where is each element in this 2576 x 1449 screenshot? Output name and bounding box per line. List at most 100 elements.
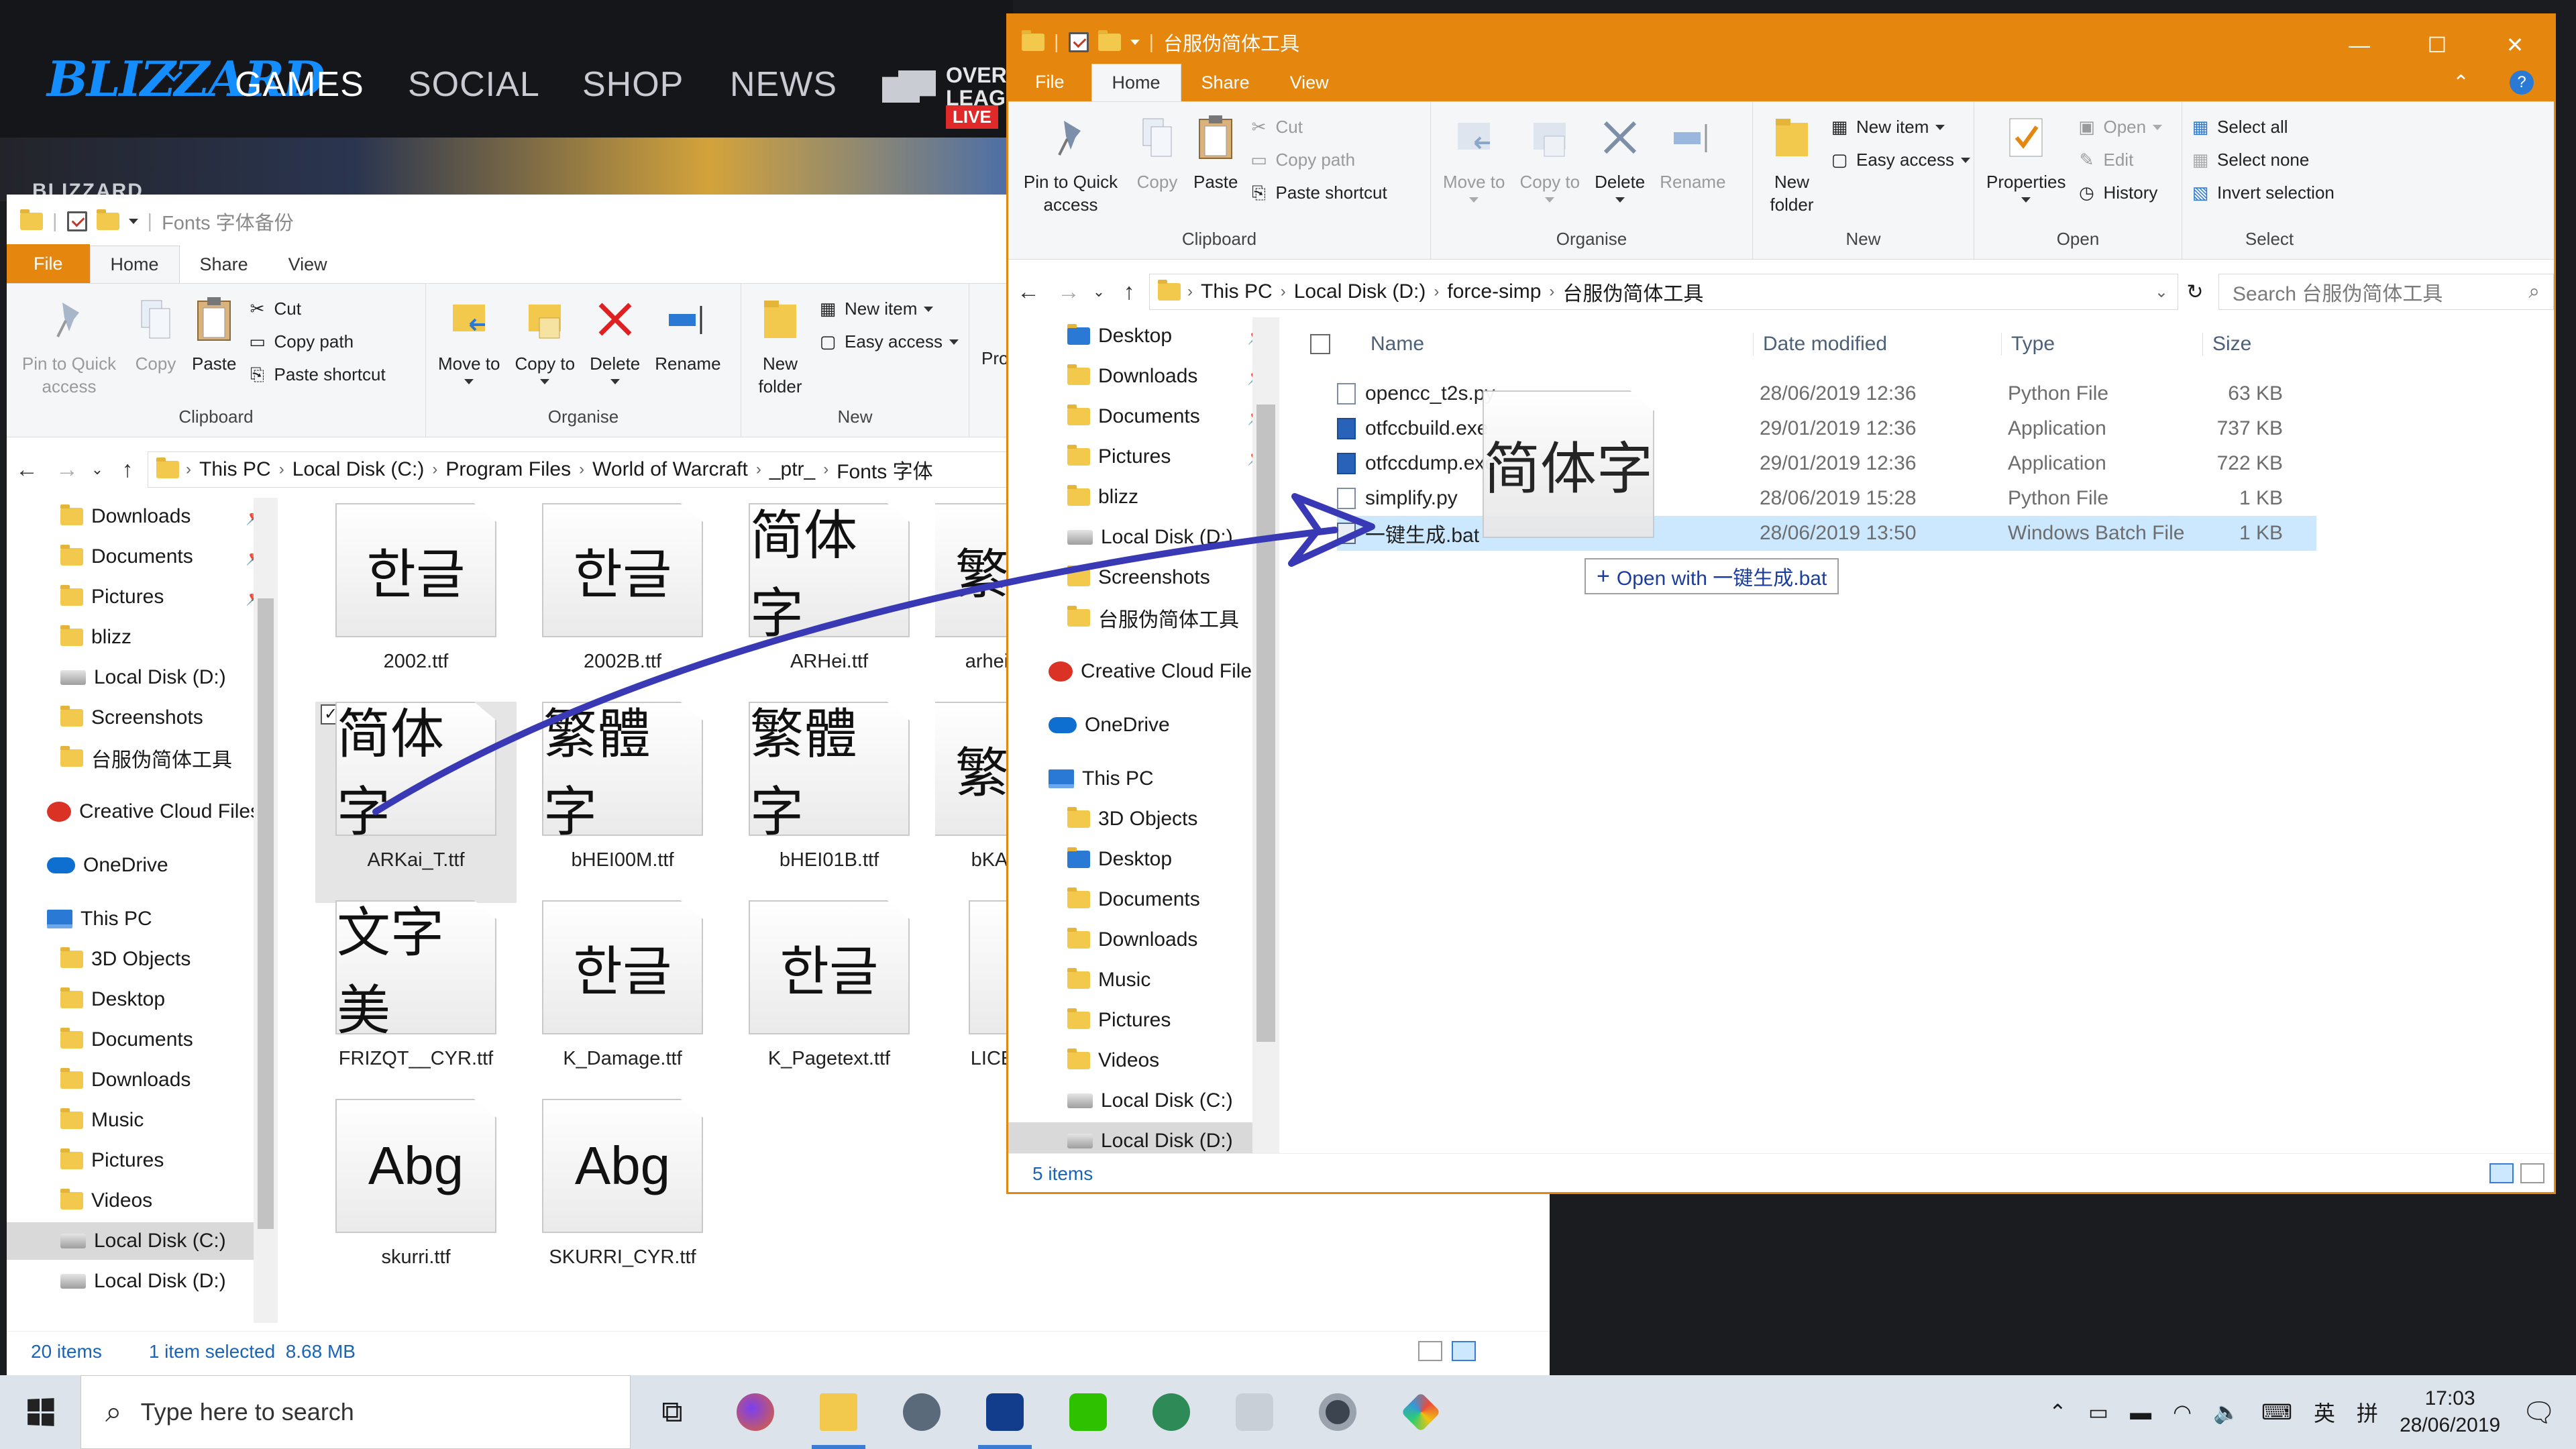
file-tile[interactable]: 繁體字 bHEI01B.ttf (729, 702, 930, 903)
tab-home[interactable]: Home (89, 246, 180, 283)
wifi-icon[interactable]: ◠ (2173, 1399, 2192, 1425)
breadcrumb-item[interactable]: _ptr_ (761, 458, 823, 481)
scanner-app-icon[interactable] (1213, 1375, 1296, 1449)
taskbar-search[interactable]: ⌕ Type here to search (80, 1375, 631, 1449)
open-button[interactable]: ▣ Open (2077, 117, 2163, 138)
breadcrumb-item[interactable]: Local Disk (D:) (1286, 280, 1434, 303)
file-tile[interactable]: 한글 K_Damage.ttf (522, 900, 723, 1102)
up-arrow-icon[interactable]: ↑ (107, 457, 148, 483)
nav-scrollbar[interactable] (254, 498, 278, 1323)
file-tile[interactable]: 繁體 bKAI (935, 702, 1009, 903)
nav-item-desktop-pc[interactable]: Desktop (1008, 841, 1277, 878)
task-view-icon[interactable]: ⧉ (631, 1375, 714, 1449)
column-date[interactable]: Date modified (1753, 333, 1887, 356)
breadcrumb-item[interactable]: Program Files (437, 458, 579, 481)
file-tile[interactable]: Abg skurri.ttf (315, 1099, 517, 1300)
breadcrumb-item[interactable]: This PC (1193, 280, 1281, 303)
paste-shortcut-button[interactable]: ⎘ Paste shortcut (1249, 182, 1387, 203)
tab-file[interactable]: File (1008, 62, 1091, 101)
large-icons-view-icon[interactable] (1452, 1341, 1476, 1361)
nav-item-pictures[interactable]: Pictures📌 (1008, 438, 1277, 476)
tab-share[interactable]: Share (180, 246, 268, 283)
ime-language[interactable]: 英 (2314, 1397, 2335, 1428)
paste-shortcut-button[interactable]: ⎘ Paste shortcut (248, 364, 386, 385)
nav-item-local-disk-c[interactable]: Local Disk (C:) (7, 1222, 275, 1260)
history-button[interactable]: ◷ History (2077, 182, 2163, 203)
cut-button[interactable]: ✂ Cut (1249, 117, 1387, 138)
start-button[interactable] (0, 1375, 80, 1449)
forward-arrow-icon[interactable]: → (1049, 279, 1089, 305)
wechat-icon[interactable] (1046, 1375, 1130, 1449)
properties-check-icon[interactable] (66, 211, 87, 231)
file-tile[interactable]: 繁體字 bHEI00M.ttf (522, 702, 723, 903)
notification-icon[interactable]: 🗨 (2522, 1397, 2556, 1428)
nav-item-onedrive[interactable]: OneDrive (7, 847, 275, 884)
large-icons-view-icon[interactable] (2520, 1163, 2544, 1183)
breadcrumb-item[interactable]: force-simp (1439, 280, 1549, 303)
nav-item-this-pc[interactable]: This PC (1008, 760, 1277, 798)
colorful-app-icon[interactable] (1379, 1375, 1462, 1449)
nav-item-documents[interactable]: Documents📌 (1008, 398, 1277, 435)
nav-item-pictures-pc[interactable]: Pictures (7, 1142, 275, 1179)
file-tile[interactable]: 文字美 FRIZQT__CYR.ttf (315, 900, 517, 1102)
column-type[interactable]: Type (2001, 333, 2055, 356)
settings-gear-icon[interactable] (1296, 1375, 1379, 1449)
tab-view[interactable]: View (1270, 64, 1349, 101)
nav-item-downloads[interactable]: Downloads📌 (1008, 358, 1277, 395)
new-item-button[interactable]: ▦ New item (1829, 117, 1970, 138)
file-tile[interactable]: Abg SKURRI_CYR.ttf (522, 1099, 723, 1300)
nav-item-pictures-pc[interactable]: Pictures (1008, 1002, 1277, 1039)
nav-item-screenshots[interactable]: Screenshots (7, 699, 275, 737)
up-arrow-icon[interactable]: ↑ (1109, 279, 1149, 305)
nav-item-creative-cloud[interactable]: Creative Cloud Files (1008, 653, 1277, 690)
breadcrumb[interactable]: › This PC › Local Disk (D:) › force-simp › … (1149, 274, 2178, 310)
keyboard-icon[interactable]: ⌨ (2261, 1399, 2292, 1425)
nav-item-tool-folder[interactable]: 台服伪简体工具 (7, 739, 275, 777)
column-name[interactable]: Name (1371, 333, 1424, 356)
network-app-icon[interactable] (1130, 1375, 1213, 1449)
copy-path-button[interactable]: ▭ Copy path (1249, 150, 1387, 170)
file-tile[interactable]: 한글 2002.ttf (315, 503, 517, 704)
nav-shop[interactable]: SHOP (582, 64, 684, 105)
copy-path-button[interactable]: ▭ Copy path (248, 331, 386, 352)
nav-item-documents-pc[interactable]: Documents (1008, 881, 1277, 918)
easy-access-button[interactable]: ▢ Easy access (818, 331, 959, 352)
nav-social[interactable]: SOCIAL (408, 64, 540, 105)
help-icon[interactable]: ? (2489, 64, 2554, 101)
refresh-icon[interactable]: ↻ (2178, 280, 2212, 304)
cut-button[interactable]: ✂ Cut (248, 299, 386, 319)
file-tile[interactable]: 한글 2002B.ttf (522, 503, 723, 704)
invert-selection-button[interactable]: ▧ Invert selection (2190, 182, 2334, 203)
nav-item-videos[interactable]: Videos (1008, 1042, 1277, 1079)
tab-home[interactable]: Home (1091, 64, 1181, 101)
new-folder-icon[interactable] (1097, 30, 1121, 51)
tab-share[interactable]: Share (1181, 64, 1270, 101)
ime-mode[interactable]: 拼 (2357, 1397, 2378, 1428)
edit-button[interactable]: ✎ Edit (2077, 150, 2163, 170)
file-tile-selected[interactable]: ✓ 简体字 ARKai_T.ttf (315, 702, 517, 903)
nav-item-3d-objects[interactable]: 3D Objects (7, 941, 275, 978)
nav-item-desktop[interactable]: Desktop (7, 981, 275, 1018)
address-dropdown-icon[interactable]: ⌄ (2155, 282, 2168, 302)
nav-scrollbar[interactable] (1252, 317, 1279, 1156)
back-arrow-icon[interactable]: ← (1008, 279, 1049, 305)
new-folder-icon[interactable] (96, 209, 119, 230)
nav-item-local-disk-d-pc[interactable]: Local Disk (D:) (7, 1263, 275, 1300)
select-all-checkbox[interactable] (1310, 334, 1330, 354)
details-view-icon[interactable] (2489, 1163, 2514, 1183)
column-size[interactable]: Size (2202, 333, 2251, 356)
nav-item-local-disk-d[interactable]: Local Disk (D:) (1008, 519, 1277, 556)
overwatch-league-link[interactable]: OVERWATCH LEAGUE LIVE (882, 64, 1016, 129)
collapse-ribbon-icon[interactable]: ⌃ (2432, 64, 2489, 101)
nav-item-local-disk-d[interactable]: Local Disk (D:) (7, 659, 275, 696)
search-input[interactable]: Search 台服伪简体工具 ⌕ (2218, 274, 2554, 310)
nav-item-tool-folder[interactable]: 台服伪简体工具 (1008, 599, 1277, 637)
volume-icon[interactable]: 🔈 (2213, 1399, 2240, 1425)
nav-item-blizz[interactable]: blizz (1008, 478, 1277, 516)
select-all-button[interactable]: ▦ Select all (2190, 117, 2334, 138)
customize-arrow-icon[interactable] (128, 219, 138, 224)
nav-item-local-disk-c[interactable]: Local Disk (C:) (1008, 1082, 1277, 1120)
nav-item-desktop[interactable]: Desktop📌 (1008, 317, 1277, 355)
clock[interactable]: 17:03 28/06/2019 (2400, 1385, 2500, 1439)
battery-charger-icon[interactable]: ▭ (2088, 1399, 2108, 1425)
